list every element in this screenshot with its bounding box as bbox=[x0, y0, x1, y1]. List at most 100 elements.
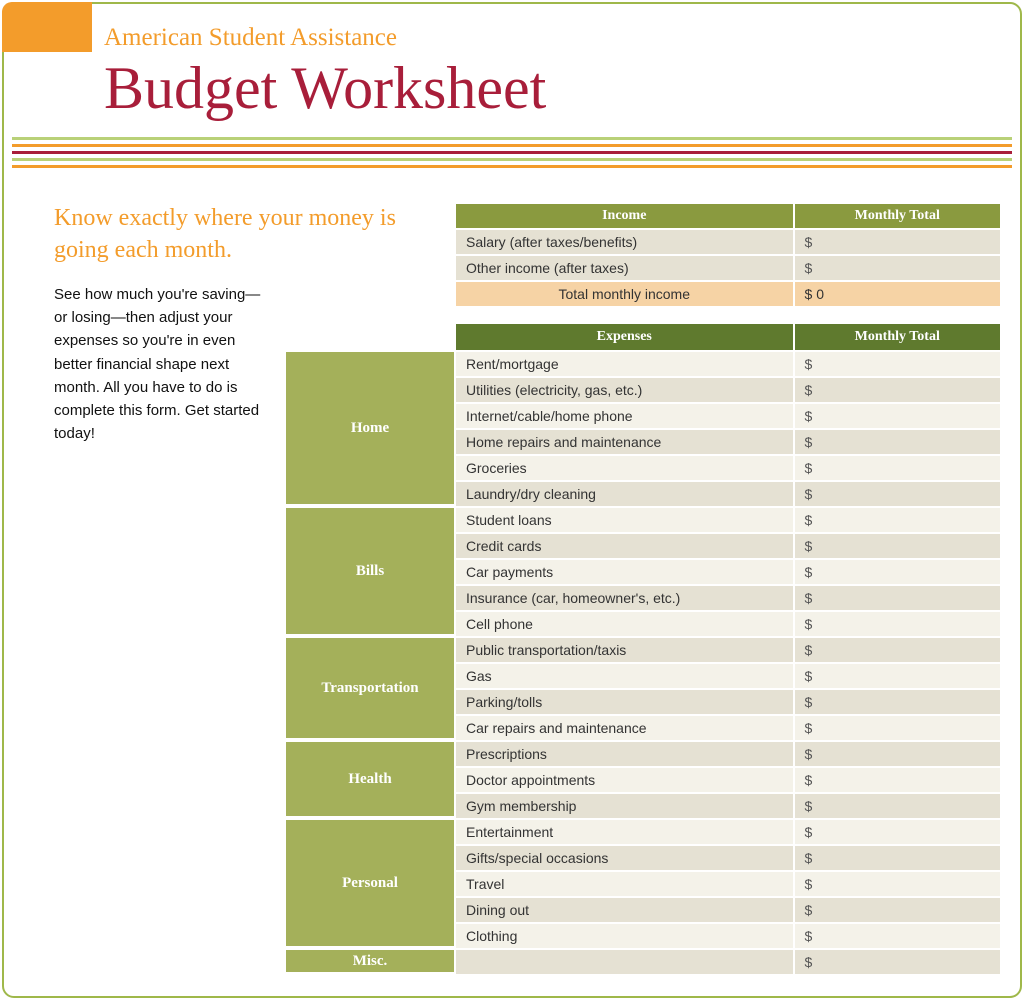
intro-body: See how much you're saving—or losing—the… bbox=[54, 283, 269, 446]
expenses-table: Expenses Monthly Total Rent/mortgage$Uti… bbox=[454, 322, 1002, 976]
expense-row: Rent/mortgage$ bbox=[455, 351, 1001, 377]
worksheet-page: American Student Assistance Budget Works… bbox=[2, 2, 1022, 998]
expenses-header-label: Expenses bbox=[455, 323, 794, 351]
income-row: Salary (after taxes/benefits) $ bbox=[455, 229, 1001, 255]
income-table: Income Monthly Total Salary (after taxes… bbox=[454, 202, 1002, 308]
income-total-row: Total monthly income $ 0 bbox=[455, 281, 1001, 307]
expenses-header-row: Expenses Monthly Total bbox=[455, 323, 1001, 351]
expense-row: Dining out$ bbox=[455, 897, 1001, 923]
expense-value[interactable]: $ bbox=[794, 611, 1001, 637]
category-cell: Personal bbox=[284, 818, 454, 948]
expense-value[interactable]: $ bbox=[794, 949, 1001, 975]
expense-value[interactable]: $ bbox=[794, 429, 1001, 455]
page-title: Budget Worksheet bbox=[104, 54, 1020, 123]
expense-label: Entertainment bbox=[455, 819, 794, 845]
income-value[interactable]: $ bbox=[794, 255, 1001, 281]
expense-value[interactable]: $ bbox=[794, 507, 1001, 533]
category-cell: Health bbox=[284, 740, 454, 818]
income-total-label: Total monthly income bbox=[455, 281, 794, 307]
income-row: Other income (after taxes) $ bbox=[455, 255, 1001, 281]
expense-value[interactable]: $ bbox=[794, 481, 1001, 507]
expense-label: Groceries bbox=[455, 455, 794, 481]
category-column: HomeBillsTransportationHealthPersonalMis… bbox=[284, 322, 454, 976]
expense-label: Cell phone bbox=[455, 611, 794, 637]
expense-label: Public transportation/taxis bbox=[455, 637, 794, 663]
income-value[interactable]: $ bbox=[794, 229, 1001, 255]
expense-row: Internet/cable/home phone$ bbox=[455, 403, 1001, 429]
expense-value[interactable]: $ bbox=[794, 897, 1001, 923]
expense-value[interactable]: $ bbox=[794, 715, 1001, 741]
income-header-row: Income Monthly Total bbox=[455, 203, 1001, 229]
expense-row: Doctor appointments$ bbox=[455, 767, 1001, 793]
header: American Student Assistance Budget Works… bbox=[4, 4, 1020, 131]
expenses-header-total: Monthly Total bbox=[794, 323, 1001, 351]
expense-value[interactable]: $ bbox=[794, 377, 1001, 403]
expense-value[interactable]: $ bbox=[794, 845, 1001, 871]
expense-value[interactable]: $ bbox=[794, 767, 1001, 793]
expense-label: Parking/tolls bbox=[455, 689, 794, 715]
expense-value[interactable]: $ bbox=[794, 871, 1001, 897]
corner-tab bbox=[2, 2, 92, 52]
category-cell: Home bbox=[284, 350, 454, 506]
income-label: Salary (after taxes/benefits) bbox=[455, 229, 794, 255]
expense-label: Credit cards bbox=[455, 533, 794, 559]
income-header-label: Income bbox=[455, 203, 794, 229]
expense-label: Laundry/dry cleaning bbox=[455, 481, 794, 507]
expense-label: Travel bbox=[455, 871, 794, 897]
expense-row: Gifts/special occasions$ bbox=[455, 845, 1001, 871]
expense-value[interactable]: $ bbox=[794, 559, 1001, 585]
expense-row: Utilities (electricity, gas, etc.)$ bbox=[455, 377, 1001, 403]
category-cell: Misc. bbox=[284, 948, 454, 974]
expense-value[interactable]: $ bbox=[794, 793, 1001, 819]
expense-row: Groceries$ bbox=[455, 455, 1001, 481]
expense-label: Car payments bbox=[455, 559, 794, 585]
income-header-total: Monthly Total bbox=[794, 203, 1001, 229]
category-cell: Bills bbox=[284, 506, 454, 636]
content: Know exactly where your money is going e… bbox=[4, 172, 1020, 976]
expense-row: Parking/tolls$ bbox=[455, 689, 1001, 715]
expense-label: Insurance (car, homeowner's, etc.) bbox=[455, 585, 794, 611]
expense-row: Travel$ bbox=[455, 871, 1001, 897]
expense-row: Credit cards$ bbox=[455, 533, 1001, 559]
expense-row: Insurance (car, homeowner's, etc.)$ bbox=[455, 585, 1001, 611]
expense-row: Laundry/dry cleaning$ bbox=[455, 481, 1001, 507]
expense-label: Car repairs and maintenance bbox=[455, 715, 794, 741]
expense-row: Entertainment$ bbox=[455, 819, 1001, 845]
expense-value[interactable]: $ bbox=[794, 923, 1001, 949]
expense-value[interactable]: $ bbox=[794, 741, 1001, 767]
expense-row: Student loans$ bbox=[455, 507, 1001, 533]
expense-label: Utilities (electricity, gas, etc.) bbox=[455, 377, 794, 403]
expenses-section: HomeBillsTransportationHealthPersonalMis… bbox=[284, 322, 1002, 976]
expense-label: Clothing bbox=[455, 923, 794, 949]
expense-row: Prescriptions$ bbox=[455, 741, 1001, 767]
divider-stripes bbox=[12, 137, 1012, 168]
income-label: Other income (after taxes) bbox=[455, 255, 794, 281]
expense-row: Clothing$ bbox=[455, 923, 1001, 949]
expense-label: Gym membership bbox=[455, 793, 794, 819]
expense-value[interactable]: $ bbox=[794, 585, 1001, 611]
expense-value[interactable]: $ bbox=[794, 351, 1001, 377]
expense-value[interactable]: $ bbox=[794, 819, 1001, 845]
expense-row: Cell phone$ bbox=[455, 611, 1001, 637]
expense-label: Gifts/special occasions bbox=[455, 845, 794, 871]
expense-value[interactable]: $ bbox=[794, 689, 1001, 715]
expense-label: Doctor appointments bbox=[455, 767, 794, 793]
expense-label: Home repairs and maintenance bbox=[455, 429, 794, 455]
expense-label: Student loans bbox=[455, 507, 794, 533]
expense-label: Prescriptions bbox=[455, 741, 794, 767]
intro-heading: Know exactly where your money is going e… bbox=[54, 202, 434, 267]
expense-value[interactable]: $ bbox=[794, 637, 1001, 663]
expense-value[interactable]: $ bbox=[794, 403, 1001, 429]
subtitle: American Student Assistance bbox=[104, 24, 1020, 52]
expense-label bbox=[455, 949, 794, 975]
expense-value[interactable]: $ bbox=[794, 455, 1001, 481]
expense-value[interactable]: $ bbox=[794, 663, 1001, 689]
expense-row: Gas$ bbox=[455, 663, 1001, 689]
expense-row: $ bbox=[455, 949, 1001, 975]
expense-label: Dining out bbox=[455, 897, 794, 923]
expense-label: Gas bbox=[455, 663, 794, 689]
expense-row: Home repairs and maintenance$ bbox=[455, 429, 1001, 455]
expense-row: Car repairs and maintenance$ bbox=[455, 715, 1001, 741]
expense-label: Rent/mortgage bbox=[455, 351, 794, 377]
expense-value[interactable]: $ bbox=[794, 533, 1001, 559]
